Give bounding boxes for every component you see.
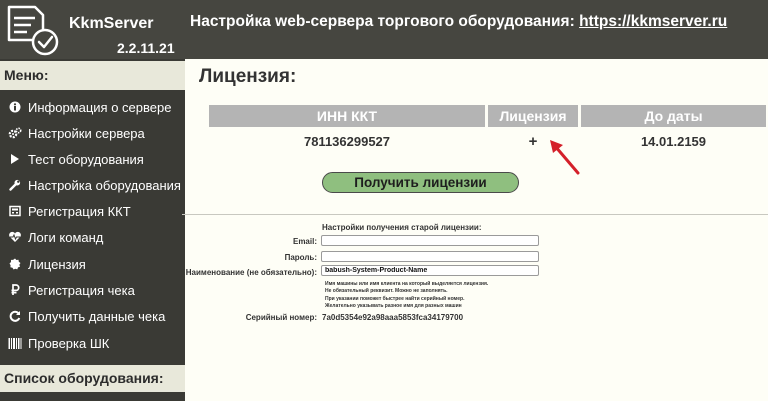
header-title: Настройка web-сервера торгового оборудов…	[190, 13, 727, 31]
sidebar-item-label: Лицензия	[28, 256, 86, 272]
password-field[interactable]	[321, 251, 539, 262]
sidebar-item-label: Настройка оборудования	[28, 177, 181, 193]
column-header-valid-until: До даты	[581, 105, 766, 127]
sidebar-item-label: Получить данные чека	[28, 308, 166, 324]
email-field[interactable]	[321, 235, 539, 246]
logo-icon	[7, 5, 59, 56]
sidebar-item-label: Тест оборудования	[28, 151, 144, 167]
get-licenses-button[interactable]: Получить лицензии	[322, 172, 519, 193]
header-title-text: Настройка web-сервера торгового оборудов…	[190, 13, 580, 30]
sidebar-item-label: Проверка ШК	[28, 335, 110, 351]
sidebar-item-server-settings[interactable]: Настройки сервера	[0, 121, 185, 145]
sidebar-footer	[0, 392, 185, 401]
header: KkmServer 2.2.11.21 Настройка web-сервер…	[0, 0, 768, 59]
table-cell-inn: 781136299527	[303, 133, 391, 149]
register-icon	[8, 205, 22, 217]
sidebar-item-label: Регистрация ККТ	[28, 203, 131, 219]
app-version: 2.2.11.21	[117, 40, 175, 56]
sidebar-item-label: Логи команд	[28, 229, 104, 245]
barcode-icon	[8, 337, 22, 349]
hint-line: Имя машины или имя клиента на который вы…	[325, 281, 489, 287]
info-icon	[8, 101, 22, 113]
refresh-icon	[8, 310, 22, 322]
table-cell-valid-until: 14.01.2159	[640, 133, 707, 149]
sidebar-item-test-equipment[interactable]: Тест оборудования	[0, 147, 185, 171]
serial-number-value: 7a0d5354e92a98aaa5853fca34179700	[322, 313, 464, 322]
sidebar-item-kkt-registration[interactable]: Регистрация ККТ	[0, 199, 185, 223]
sidebar-item-label: Настройки сервера	[28, 125, 145, 141]
ruble-icon	[8, 284, 22, 296]
serial-label: Серийный номер:	[245, 313, 317, 322]
app-name: KkmServer	[69, 15, 154, 32]
play-icon	[8, 153, 22, 165]
column-header-license: Лицензия	[488, 105, 578, 127]
sidebar-item-server-info[interactable]: Информация о сервере	[0, 95, 185, 119]
sidebar-item-command-logs[interactable]: Логи команд	[0, 225, 185, 249]
sidebar-item-equipment-settings[interactable]: Настройка оборудования	[0, 173, 185, 197]
menu-header: Меню:	[0, 61, 185, 90]
sidebar-item-receipt-registration[interactable]: Регистрация чека	[0, 278, 185, 302]
wrench-icon	[8, 179, 22, 191]
sidebar-item-license[interactable]: Лицензия	[0, 252, 185, 276]
equipment-list-header: Список оборудования:	[0, 365, 185, 392]
email-label: Email:	[292, 237, 317, 246]
sidebar-item-barcode-check[interactable]: Проверка ШК	[0, 331, 185, 355]
hint-line: При указании поможет быстрее найти серий…	[325, 296, 465, 302]
badge-icon	[8, 258, 22, 270]
hint-line: Не обязательный реквизит. Можно не запол…	[325, 288, 448, 294]
heartbeat-icon	[8, 231, 22, 243]
header-site-link[interactable]: https://kkmserver.ru	[579, 13, 727, 30]
gears-icon	[8, 127, 22, 139]
sidebar: Меню: Информация о сервере Настройки сер…	[0, 59, 185, 401]
page-title: Лицензия:	[199, 66, 297, 87]
sidebar-item-get-receipt-data[interactable]: Получить данные чека	[0, 304, 185, 328]
section-divider	[182, 214, 768, 215]
machine-name-field[interactable]	[321, 265, 539, 276]
old-license-title: Настройки получения старой лицензии:	[322, 223, 482, 232]
sidebar-item-label: Регистрация чека	[28, 282, 135, 298]
name-label: Наименование (не обязательно):	[185, 268, 317, 277]
red-arrow-annotation	[550, 140, 580, 175]
hint-line: Желательно указывать разное имя для разн…	[325, 303, 462, 309]
column-header-inn: ИНН ККТ	[209, 105, 485, 127]
password-label: Пароль:	[284, 253, 317, 262]
sidebar-item-label: Информация о сервере	[28, 99, 172, 115]
